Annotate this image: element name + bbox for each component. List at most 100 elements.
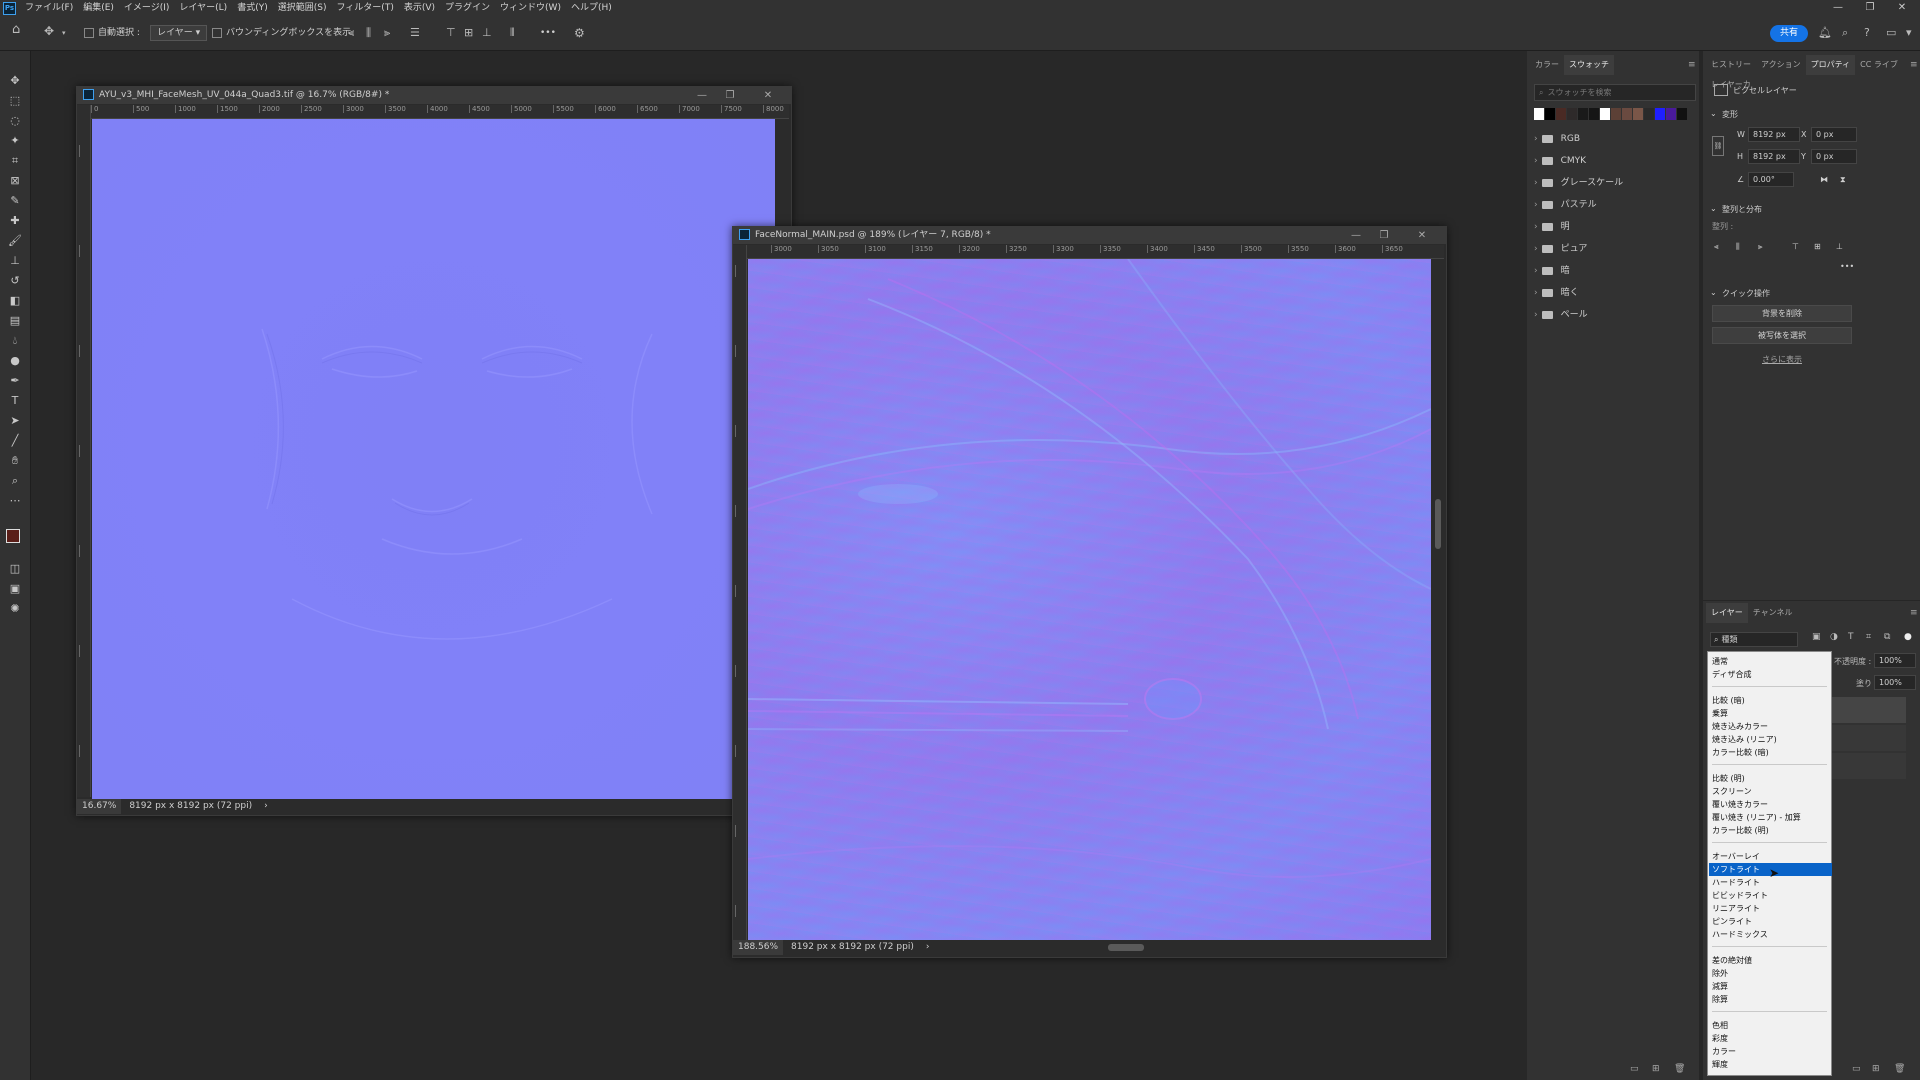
layer-row-selected[interactable]	[1830, 697, 1906, 723]
color-swatch[interactable]	[1622, 108, 1632, 120]
blend-mode-option[interactable]: 色相	[1709, 1019, 1832, 1032]
line-tool-icon[interactable]: ╱	[7, 433, 23, 449]
horizontal-ruler[interactable]: 0 500 1000 1500 2000 2500 3000 3500 4000 4500 5000…	[91, 105, 789, 119]
blend-mode-option[interactable]: カラー比較 (暗)	[1709, 746, 1832, 759]
align-center-h-icon[interactable]: ⫼	[366, 24, 371, 42]
color-swatch[interactable]	[1545, 108, 1555, 120]
more-align-icon[interactable]: •••	[1840, 262, 1854, 271]
horizontal-ruler[interactable]: 3000 3050 3100 3150 3200 3250 3300 3350 3400 3450…	[747, 245, 1444, 259]
blend-mode-option[interactable]: 覆い焼き (リニア) - 加算	[1709, 811, 1832, 824]
tab-color[interactable]: カラー	[1530, 55, 1564, 75]
blend-mode-option[interactable]: 通常	[1709, 655, 1832, 668]
x-field[interactable]: 0 px	[1811, 127, 1857, 142]
swatch-folder[interactable]: › 暗	[1534, 260, 1692, 282]
marquee-tool-icon[interactable]: ⬚	[7, 93, 23, 109]
blend-mode-option[interactable]: カラー	[1709, 1045, 1832, 1058]
swatch-folder[interactable]: › ペール	[1534, 304, 1692, 326]
chevron-down-icon[interactable]: ▾	[62, 24, 66, 42]
document-canvas[interactable]	[748, 259, 1431, 940]
gear-icon[interactable]: ⚙	[574, 24, 585, 42]
close-icon[interactable]: ✕	[1407, 227, 1437, 244]
y-field[interactable]: 0 px	[1811, 149, 1857, 164]
more-options-button[interactable]: •••	[540, 24, 556, 42]
workspace-icon[interactable]: ▭	[1886, 24, 1896, 42]
blend-mode-option[interactable]: カラー比較 (明)	[1709, 824, 1832, 837]
menu-item[interactable]: 選択範囲(S)	[273, 0, 332, 16]
transform-collapse-icon[interactable]: ⌄	[1710, 109, 1717, 118]
align-middle-icon[interactable]: ⊞	[464, 24, 473, 42]
tab-cc-libraries[interactable]: CC ライブ	[1855, 55, 1903, 75]
blend-mode-option[interactable]: ビビッドライト	[1709, 889, 1832, 902]
chevron-right-icon[interactable]: ›	[264, 801, 268, 811]
zoom-level-field[interactable]: 16.67%	[77, 799, 122, 814]
filter-toggle-icon[interactable]: ●	[1904, 632, 1912, 642]
scrollbar-thumb[interactable]	[1435, 499, 1441, 549]
restore-icon[interactable]: ❐	[1369, 227, 1399, 244]
move-tool-icon[interactable]: ✥	[44, 22, 54, 40]
help-icon[interactable]: ?	[1864, 24, 1870, 42]
color-swatch[interactable]	[1567, 108, 1577, 120]
auto-select-checkbox[interactable]: 自動選択 :	[84, 24, 140, 42]
tab-channels[interactable]: チャンネル	[1748, 603, 1798, 623]
quick-actions-collapse-icon[interactable]: ⌄	[1710, 288, 1717, 297]
stamp-tool-icon[interactable]: ⊥	[7, 253, 23, 269]
layer-filter-dropdown[interactable]: ⌕ 種類	[1710, 632, 1798, 647]
document-canvas[interactable]	[92, 119, 775, 799]
blend-mode-option[interactable]: 差の絶対値	[1709, 954, 1832, 967]
remove-background-button[interactable]: 背景を削除	[1712, 305, 1852, 322]
distribute-v-icon[interactable]: ⫴	[510, 24, 515, 42]
document-info[interactable]: 8192 px x 8192 px (72 ppi)	[129, 801, 252, 811]
vertical-ruler[interactable]	[77, 105, 91, 797]
folder-icon[interactable]: ▭	[1630, 1064, 1639, 1074]
blend-mode-option[interactable]: 除算	[1709, 993, 1832, 1006]
swatch-folder[interactable]: › グレースケール	[1534, 172, 1692, 194]
chevron-right-icon[interactable]: ›	[1534, 266, 1538, 276]
blend-mode-option[interactable]: オーバーレイ	[1709, 850, 1832, 863]
tab-layers[interactable]: レイヤー	[1706, 603, 1748, 623]
menu-item[interactable]: ヘルプ(H)	[566, 0, 617, 16]
chevron-right-icon[interactable]: ›	[1534, 222, 1538, 232]
blend-mode-option[interactable]: 彩度	[1709, 1032, 1832, 1045]
type-filter-icon[interactable]: T	[1848, 632, 1854, 642]
panel-divider[interactable]	[1699, 51, 1703, 1080]
blend-mode-option[interactable]: 乗算	[1709, 707, 1832, 720]
blend-mode-option[interactable]: スクリーン	[1709, 785, 1832, 798]
shape-filter-icon[interactable]: ⌗	[1866, 632, 1871, 642]
healing-brush-icon[interactable]: ✚	[7, 213, 23, 229]
chevron-right-icon[interactable]: ›	[1534, 134, 1538, 144]
show-more-link[interactable]: さらに表示	[1762, 354, 1802, 365]
tab-swatches[interactable]: スウォッチ	[1564, 55, 1614, 75]
width-field[interactable]: 8192 px	[1748, 127, 1800, 142]
align-center-h-icon[interactable]: ⫼	[1736, 242, 1740, 252]
magic-wand-icon[interactable]: ✦	[7, 133, 23, 149]
chevron-right-icon[interactable]: ›	[1534, 310, 1538, 320]
photoshop-logo-icon[interactable]: Ps	[3, 2, 16, 15]
blend-mode-option[interactable]: 焼き込み (リニア)	[1709, 733, 1832, 746]
height-field[interactable]: 8192 px	[1748, 149, 1800, 164]
hand-tool-icon[interactable]: ✋︎	[7, 453, 23, 469]
menu-item[interactable]: ファイル(F)	[20, 0, 78, 16]
more-tools-icon[interactable]: ⋯	[7, 493, 23, 509]
panel-menu-icon[interactable]: ≡	[1910, 608, 1918, 618]
blend-mode-option[interactable]: 比較 (明)	[1709, 772, 1832, 785]
zoom-tool-icon[interactable]: ⌕	[7, 473, 23, 489]
align-left-icon[interactable]: ⫷	[348, 24, 354, 42]
align-bottom-icon[interactable]: ⊥	[482, 24, 492, 42]
menu-item[interactable]: 編集(E)	[78, 0, 119, 16]
align-left-icon[interactable]: ⫷	[1714, 242, 1719, 252]
minimize-icon[interactable]: —	[1341, 227, 1371, 244]
document-info[interactable]: 8192 px x 8192 px (72 ppi)	[791, 942, 914, 952]
eyedropper-icon[interactable]: ✎	[7, 193, 23, 209]
align-collapse-icon[interactable]: ⌄	[1710, 204, 1717, 213]
menu-item[interactable]: 書式(Y)	[232, 0, 273, 16]
flip-vertical-icon[interactable]: ⧗	[1840, 175, 1846, 185]
restore-icon[interactable]: ❐	[715, 87, 745, 104]
pixel-filter-icon[interactable]: ▣	[1812, 632, 1821, 642]
align-top-icon[interactable]: ⊤	[446, 24, 456, 42]
menu-item[interactable]: 表示(V)	[399, 0, 440, 16]
color-swatch[interactable]	[1578, 108, 1588, 120]
layer-row[interactable]	[1830, 753, 1906, 779]
color-swatch[interactable]	[1589, 108, 1599, 120]
chevron-right-icon[interactable]: ›	[1534, 244, 1538, 254]
chevron-right-icon[interactable]: ›	[1534, 178, 1538, 188]
